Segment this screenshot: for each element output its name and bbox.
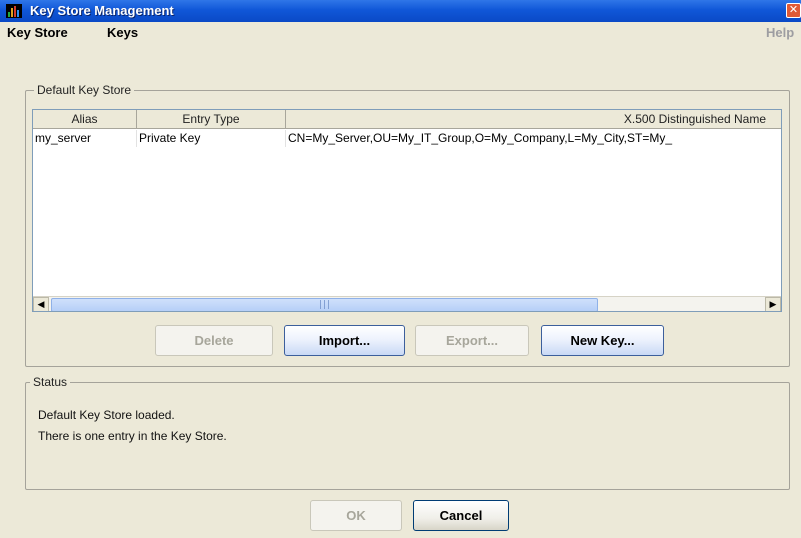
ok-button[interactable]: OK — [310, 500, 402, 531]
close-button[interactable]: ✕ — [786, 3, 801, 18]
arrow-left-icon: ◀ — [37, 300, 45, 310]
cell-distinguished-name: CN=My_Server,OU=My_IT_Group,O=My_Company… — [286, 130, 781, 147]
table-header: Alias Entry Type X.500 Distinguished Nam… — [33, 110, 781, 129]
menu-keys-label: Keys — [107, 25, 139, 40]
table-row[interactable]: my_server Private Key CN=My_Server,OU=My… — [33, 130, 781, 147]
menu-keys[interactable]: Keys — [107, 25, 138, 40]
status-line: Default Key Store loaded. — [38, 408, 175, 422]
cell-alias: my_server — [33, 130, 137, 147]
window-title: Key Store Management — [30, 3, 174, 18]
arrow-right-icon: ▶ — [769, 300, 777, 310]
title-bar[interactable]: Key Store Management ✕ — [0, 0, 801, 22]
column-header-distinguished-name[interactable]: X.500 Distinguished Name — [286, 110, 781, 129]
cancel-button[interactable]: Cancel — [413, 500, 509, 531]
scroll-thumb[interactable]: ||| — [51, 298, 598, 311]
scroll-right-button[interactable]: ▶ — [765, 297, 781, 311]
cell-entry-type: Private Key — [137, 130, 286, 147]
status-label: Status — [30, 375, 71, 389]
menu-help-label: Help — [766, 25, 795, 40]
export-button[interactable]: Export... — [415, 325, 529, 356]
new-key-button[interactable]: New Key... — [541, 325, 664, 356]
import-button[interactable]: Import... — [284, 325, 405, 356]
grip-icon: ||| — [319, 300, 332, 310]
menu-key-store[interactable]: Key Store — [7, 25, 68, 40]
horizontal-scrollbar[interactable]: ◀ ||| ▶ — [33, 296, 781, 311]
status-line: There is one entry in the Key Store. — [38, 429, 227, 443]
menu-bar: Key Store Keys Help — [0, 22, 801, 44]
delete-button[interactable]: Delete — [155, 325, 273, 356]
key-store-dialog: Key Store Management ✕ Key Store Keys He… — [0, 0, 801, 538]
menu-help[interactable]: Help — [766, 25, 794, 40]
default-key-store-label: Default Key Store — [34, 83, 135, 97]
key-store-app-icon — [6, 4, 22, 18]
close-icon: ✕ — [788, 3, 799, 16]
menu-key-store-label: Key Store — [7, 25, 68, 40]
column-header-entry-type[interactable]: Entry Type — [137, 110, 286, 129]
scroll-left-button[interactable]: ◀ — [33, 297, 49, 311]
key-store-table[interactable]: Alias Entry Type X.500 Distinguished Nam… — [32, 109, 782, 312]
column-header-alias[interactable]: Alias — [33, 110, 137, 129]
